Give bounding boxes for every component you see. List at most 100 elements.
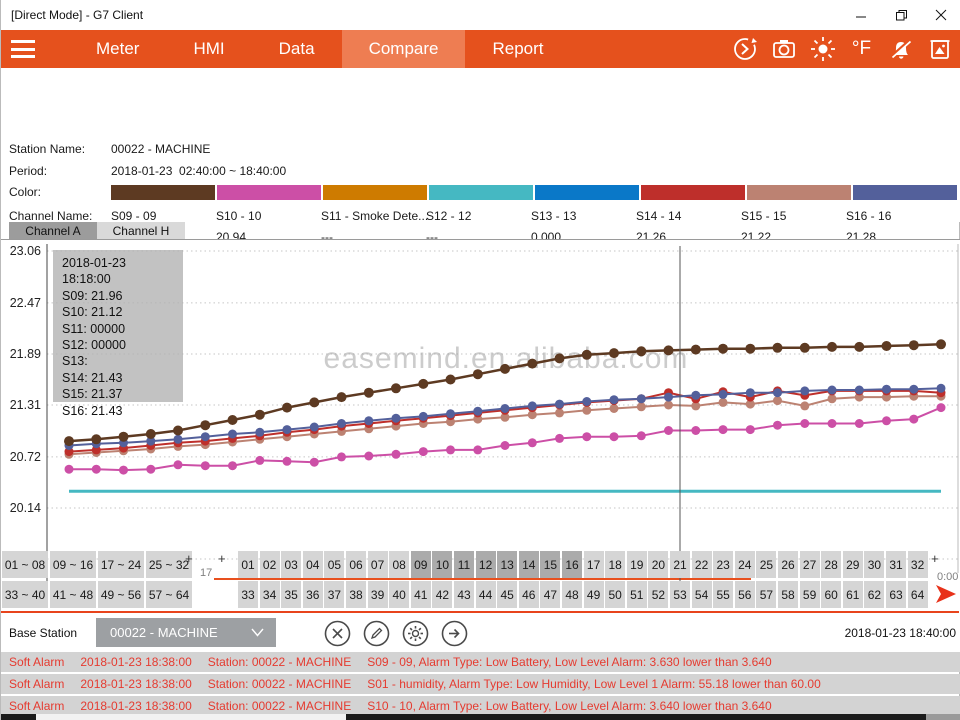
channel-group-33-40[interactable]: 33 ~ 40 [2,581,48,608]
channel-number-57[interactable]: 57 [756,581,776,608]
channel-number-20[interactable]: 20 [648,551,668,578]
channel-number-39[interactable]: 39 [368,581,388,608]
channel-group-41-48[interactable]: 41 ~ 48 [50,581,96,608]
nav-item-hmi[interactable]: HMI [166,30,251,68]
channel-number-10[interactable]: 10 [432,551,452,578]
channel-number-34[interactable]: 34 [260,581,280,608]
channel-group-57-64[interactable]: 57 ~ 64 [146,581,192,608]
nav-item-meter[interactable]: Meter [69,30,166,68]
channel-number-01[interactable]: 01 [238,551,258,578]
alarm-row[interactable]: Soft Alarm2018-01-23 18:38:00Station: 00… [1,674,960,694]
maximize-button[interactable] [881,0,921,30]
sync-icon[interactable] [731,36,758,63]
base-station-select[interactable]: 00022 - MACHINE [96,618,276,647]
channel-number-35[interactable]: 35 [281,581,301,608]
nav-item-compare[interactable]: Compare [342,30,466,68]
channel-number-14[interactable]: 14 [519,551,539,578]
alarm-row[interactable]: Soft Alarm2018-01-23 18:38:00Station: 00… [1,696,960,716]
channel-number-38[interactable]: 38 [346,581,366,608]
channel-number-49[interactable]: 49 [584,581,604,608]
channel-number-46[interactable]: 46 [519,581,539,608]
edit-button[interactable] [363,620,390,647]
channel-number-18[interactable]: 18 [605,551,625,578]
channel-group-17-24[interactable]: 17 ~ 24 [98,551,144,578]
alarm-row[interactable]: Soft Alarm2018-01-23 18:38:00Station: 00… [1,652,960,672]
expand-button[interactable]: + [931,551,939,566]
expand-button[interactable]: + [185,551,193,566]
channel-number-44[interactable]: 44 [476,581,496,608]
channel-number-63[interactable]: 63 [886,581,906,608]
brightness-icon[interactable] [809,36,836,63]
nav-item-data[interactable]: Data [252,30,342,68]
menu-icon[interactable] [11,38,41,60]
channel-number-48[interactable]: 48 [562,581,582,608]
channel-number-17[interactable]: 17 [584,551,604,578]
channel-number-25[interactable]: 25 [756,551,776,578]
channel-number-42[interactable]: 42 [432,581,452,608]
channel-group-09-16[interactable]: 09 ~ 16 [50,551,96,578]
channel-number-60[interactable]: 60 [821,581,841,608]
channel-number-04[interactable]: 04 [303,551,323,578]
channel-number-53[interactable]: 53 [670,581,690,608]
go-button[interactable] [441,620,468,647]
channel-number-28[interactable]: 28 [821,551,841,578]
channel-number-50[interactable]: 50 [605,581,625,608]
channel-number-52[interactable]: 52 [648,581,668,608]
channel-number-51[interactable]: 51 [627,581,647,608]
tab-channel-a[interactable]: Channel A [9,222,97,239]
channel-number-41[interactable]: 41 [411,581,431,608]
app-window: [Direct Mode] - G7 Client MeterHMIDataCo [0,0,960,720]
channel-number-24[interactable]: 24 [735,551,755,578]
channel-number-62[interactable]: 62 [864,581,884,608]
channel-number-58[interactable]: 58 [778,581,798,608]
channel-group-49-56[interactable]: 49 ~ 56 [98,581,144,608]
channel-number-15[interactable]: 15 [540,551,560,578]
channel-number-37[interactable]: 37 [324,581,344,608]
channel-number-26[interactable]: 26 [778,551,798,578]
tab-channel-h[interactable]: Channel H [97,222,185,239]
channel-number-29[interactable]: 29 [843,551,863,578]
expand-button[interactable]: + [218,551,226,566]
channel-number-12[interactable]: 12 [476,551,496,578]
channel-number-59[interactable]: 59 [800,581,820,608]
channel-number-19[interactable]: 19 [627,551,647,578]
cancel-button[interactable] [324,620,351,647]
channel-number-09[interactable]: 09 [411,551,431,578]
channel-number-11[interactable]: 11 [454,551,474,578]
channel-number-64[interactable]: 64 [908,581,928,608]
channel-number-30[interactable]: 30 [864,551,884,578]
channel-number-27[interactable]: 27 [800,551,820,578]
channel-number-61[interactable]: 61 [843,581,863,608]
channel-number-56[interactable]: 56 [735,581,755,608]
channel-number-07[interactable]: 07 [368,551,388,578]
channel-number-55[interactable]: 55 [713,581,733,608]
channel-number-03[interactable]: 03 [281,551,301,578]
channel-number-13[interactable]: 13 [497,551,517,578]
fahrenheit-icon[interactable]: °F [848,36,875,63]
channel-number-05[interactable]: 05 [324,551,344,578]
alarm-mute-icon[interactable] [887,36,914,63]
channel-number-31[interactable]: 31 [886,551,906,578]
channel-number-40[interactable]: 40 [389,581,409,608]
image-icon[interactable] [926,36,953,63]
channel-number-36[interactable]: 36 [303,581,323,608]
settings-button[interactable] [402,620,429,647]
close-button[interactable] [921,0,960,30]
channel-group-01-08[interactable]: 01 ~ 08 [2,551,48,578]
channel-number-33[interactable]: 33 [238,581,258,608]
channel-number-32[interactable]: 32 [908,551,928,578]
channel-number-47[interactable]: 47 [540,581,560,608]
camera-icon[interactable] [770,36,797,63]
channel-number-16[interactable]: 16 [562,551,582,578]
channel-number-21[interactable]: 21 [670,551,690,578]
minimize-button[interactable] [841,0,881,30]
channel-number-23[interactable]: 23 [713,551,733,578]
channel-number-45[interactable]: 45 [497,581,517,608]
channel-number-06[interactable]: 06 [346,551,366,578]
channel-number-02[interactable]: 02 [260,551,280,578]
channel-number-08[interactable]: 08 [389,551,409,578]
channel-number-43[interactable]: 43 [454,581,474,608]
channel-number-54[interactable]: 54 [692,581,712,608]
nav-item-report[interactable]: Report [465,30,570,68]
channel-number-22[interactable]: 22 [692,551,712,578]
